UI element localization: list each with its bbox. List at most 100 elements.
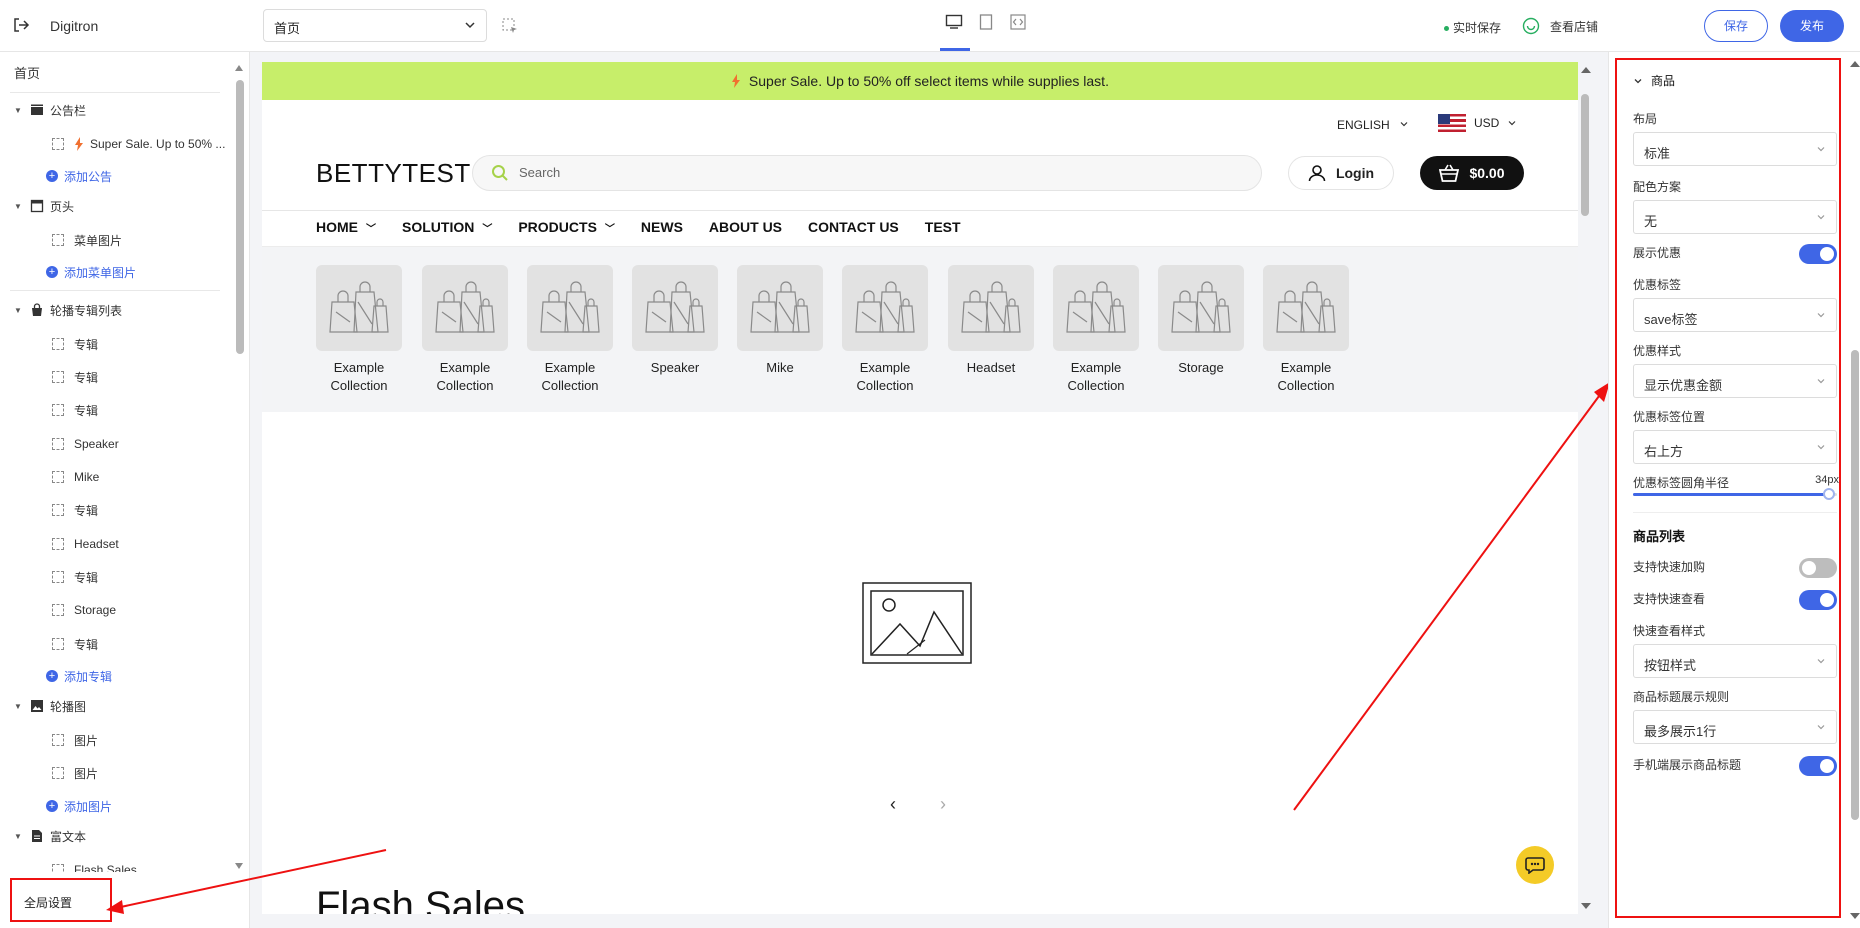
drag-handle-icon[interactable]	[52, 864, 64, 872]
sidebar-scroll-thumb[interactable]	[236, 80, 244, 354]
tree-item[interactable]: 专辑	[52, 367, 98, 387]
collection-card[interactable]: Example Collection	[316, 265, 402, 395]
publish-button[interactable]: 发布	[1780, 10, 1844, 42]
tree-item[interactable]: 专辑	[52, 500, 98, 520]
tree-item[interactable]: 菜单图片	[52, 230, 122, 250]
nav-test[interactable]: TEST	[925, 219, 961, 235]
tree-item[interactable]: Headset	[52, 534, 119, 554]
tree-item[interactable]: Flash Sales	[52, 860, 137, 872]
drag-handle-icon[interactable]	[52, 234, 64, 246]
caret-down-icon[interactable]: ▼	[14, 832, 24, 841]
mobile-title-toggle[interactable]	[1799, 756, 1837, 776]
drag-handle-icon[interactable]	[52, 404, 64, 416]
collection-card[interactable]: Speaker	[632, 265, 718, 377]
tree-home[interactable]: 首页	[14, 62, 40, 82]
drag-handle-icon[interactable]	[52, 371, 64, 383]
chevron-right-icon[interactable]: ›	[940, 794, 946, 815]
drag-handle-icon[interactable]	[52, 538, 64, 550]
tree-item[interactable]: Mike	[52, 467, 99, 487]
chevron-left-icon[interactable]: ‹	[890, 794, 896, 815]
collection-card[interactable]: Mike	[737, 265, 823, 377]
nav-products[interactable]: PRODUCTS ﹀	[518, 219, 615, 235]
select-element-icon[interactable]	[502, 18, 518, 34]
layout-select[interactable]: 标准	[1633, 132, 1837, 166]
collection-card[interactable]: Example Collection	[422, 265, 508, 395]
tree-item[interactable]: 专辑	[52, 334, 98, 354]
view-store-link[interactable]: 查看店铺	[1522, 17, 1598, 35]
drag-handle-icon[interactable]	[52, 767, 64, 779]
add-announcement-button[interactable]: + 添加公告	[46, 166, 112, 186]
tree-section-header[interactable]: ▼ 页头	[14, 196, 74, 216]
quick-view-toggle[interactable]	[1799, 590, 1837, 610]
drag-handle-icon[interactable]	[52, 504, 64, 516]
drag-handle-icon[interactable]	[52, 571, 64, 583]
discount-tag-select[interactable]: save标签	[1633, 298, 1837, 332]
nav-contact-us[interactable]: CONTACT US	[808, 219, 899, 235]
code-icon[interactable]	[1008, 12, 1028, 32]
scroll-down-icon[interactable]	[1849, 912, 1860, 920]
nav-solution[interactable]: SOLUTION ﹀	[402, 219, 492, 235]
login-button[interactable]: Login	[1288, 156, 1394, 190]
add-menu-image-button[interactable]: + 添加菜单图片	[46, 262, 136, 282]
caret-down-icon[interactable]: ▼	[14, 306, 24, 315]
store-logo[interactable]: BETTYTEST	[316, 158, 471, 189]
settings-scroll-thumb[interactable]	[1851, 350, 1859, 820]
store-search-input[interactable]: Search	[472, 155, 1262, 191]
drag-handle-icon[interactable]	[52, 138, 64, 150]
chat-widget-icon[interactable]	[1516, 846, 1554, 884]
tree-item[interactable]: Speaker	[52, 434, 119, 454]
scroll-up-icon[interactable]	[1580, 66, 1592, 74]
desktop-icon[interactable]	[944, 12, 964, 32]
discount-style-select[interactable]: 显示优惠金额	[1633, 364, 1837, 398]
title-rule-select[interactable]: 最多展示1行	[1633, 710, 1837, 744]
tree-section-collection-carousel[interactable]: ▼ 轮播专辑列表	[14, 300, 122, 320]
tree-section-announcement[interactable]: ▼ 公告栏	[14, 100, 86, 120]
collection-card[interactable]: Example Collection	[527, 265, 613, 395]
caret-down-icon[interactable]: ▼	[14, 106, 24, 115]
quick-view-style-select[interactable]: 按钮样式	[1633, 644, 1837, 678]
tag-position-select[interactable]: 右上方	[1633, 430, 1837, 464]
tablet-icon[interactable]	[976, 12, 996, 32]
color-scheme-select[interactable]: 无	[1633, 200, 1837, 234]
preview-scroll-thumb[interactable]	[1581, 94, 1589, 216]
slideshow-image-placeholder-icon[interactable]	[862, 582, 972, 664]
caret-down-icon[interactable]: ▼	[14, 202, 24, 211]
caret-down-icon[interactable]: ▼	[14, 702, 24, 711]
collection-card[interactable]: Example Collection	[842, 265, 928, 395]
add-collection-button[interactable]: + 添加专辑	[46, 666, 112, 686]
show-discount-toggle[interactable]	[1799, 244, 1837, 264]
drag-handle-icon[interactable]	[52, 338, 64, 350]
language-select[interactable]: ENGLISH	[1337, 118, 1409, 132]
tree-item[interactable]: 图片	[52, 763, 98, 783]
nav-news[interactable]: NEWS	[641, 219, 683, 235]
drag-handle-icon[interactable]	[52, 604, 64, 616]
collection-card[interactable]: Headset	[948, 265, 1034, 377]
tree-item[interactable]: 专辑	[52, 567, 98, 587]
scroll-up-icon[interactable]	[234, 64, 244, 72]
global-settings-button[interactable]: 全局设置	[10, 878, 112, 922]
tree-item[interactable]: 专辑	[52, 400, 98, 420]
nav-about-us[interactable]: ABOUT US	[709, 219, 782, 235]
drag-handle-icon[interactable]	[52, 471, 64, 483]
add-image-button[interactable]: + 添加图片	[46, 796, 112, 816]
quick-add-toggle[interactable]	[1799, 558, 1837, 578]
announcement-bar[interactable]: Super Sale. Up to 50% off select items w…	[262, 62, 1578, 100]
drag-handle-icon[interactable]	[52, 438, 64, 450]
tree-section-slideshow[interactable]: ▼ 轮播图	[14, 696, 86, 716]
page-select[interactable]: 首页	[263, 9, 487, 42]
save-button[interactable]: 保存	[1704, 10, 1768, 42]
scroll-down-icon[interactable]	[1580, 902, 1592, 910]
nav-home[interactable]: HOME ﹀	[316, 219, 376, 235]
section-collapse-toggle[interactable]: 商品	[1633, 72, 1839, 89]
currency-select[interactable]: USD	[1438, 114, 1517, 132]
drag-handle-icon[interactable]	[52, 638, 64, 650]
slider-knob[interactable]	[1822, 488, 1835, 500]
collection-card[interactable]: Example Collection	[1053, 265, 1139, 395]
exit-icon[interactable]	[12, 16, 30, 34]
tree-item[interactable]: 专辑	[52, 634, 98, 654]
cart-button[interactable]: $0.00	[1420, 156, 1524, 190]
scroll-down-icon[interactable]	[234, 862, 244, 870]
tree-item[interactable]: Storage	[52, 600, 116, 620]
tree-section-rich-text[interactable]: ▼ 富文本	[14, 826, 86, 846]
drag-handle-icon[interactable]	[52, 734, 64, 746]
